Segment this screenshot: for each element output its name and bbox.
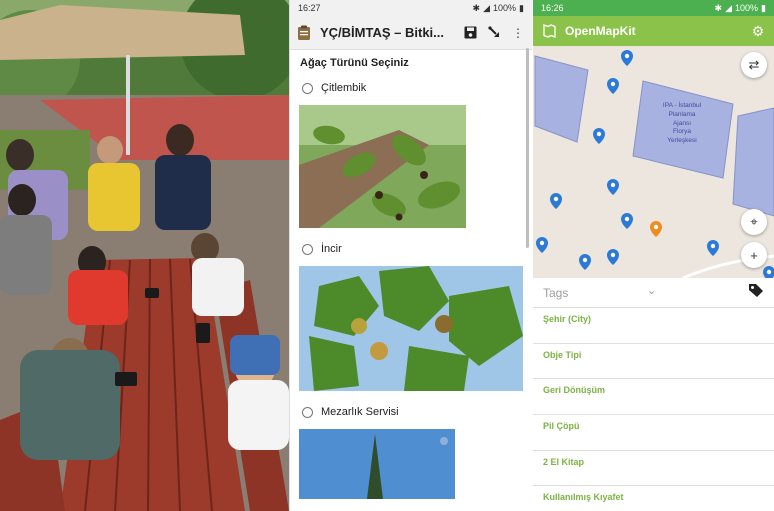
option-label: İncir [321, 243, 342, 255]
app-toolbar: YÇ/BİMTAŞ – Bitki... ⋮ [290, 16, 532, 50]
jump-icon[interactable] [486, 25, 502, 41]
tag-row[interactable]: Kullanılmış Kıyafet [533, 486, 774, 511]
building-label: IPA - İstanbul Planlama Ajansı Florya Ye… [662, 102, 702, 145]
tag-label: Kullanılmış Kıyafet [543, 492, 624, 503]
tag-row[interactable]: 2 El Kitap [533, 451, 774, 487]
tag-label: 2 El Kitap [543, 456, 585, 467]
openmapkit-panel: 16:26 ✱ ◢ 100% ▮ OpenMapKit ⚙ IPA - İsta… [533, 0, 774, 511]
clipboard-icon [296, 25, 312, 41]
form-title: YÇ/BİMTAŞ – Bitki... [320, 25, 444, 40]
scrollbar[interactable] [526, 48, 529, 248]
tag-row[interactable]: Obje Tipi [533, 344, 774, 380]
status-time: 16:26 [541, 3, 564, 13]
field-photo [0, 0, 289, 511]
chevron-down-icon[interactable]: ⌄ [647, 284, 656, 297]
option-label: Çitlembik [321, 82, 367, 94]
app-toolbar: OpenMapKit ⚙ [533, 16, 774, 46]
option-mezarlik-servisi[interactable]: Mezarlık Servisi [290, 403, 532, 421]
tag-label: Pil Çöpü [543, 421, 580, 432]
battery-icon: ▮ [519, 2, 524, 13]
radio-button[interactable] [302, 82, 313, 94]
citlembik-image[interactable] [299, 105, 466, 228]
tag-list: Şehir (City) Obje Tipi Geri Dönüşüm Pil … [533, 308, 774, 511]
swap-layers-icon[interactable]: ⇄ [741, 52, 767, 78]
signal-icon: ◢ [725, 2, 733, 13]
odk-form-panel: 16:27 ✱ ◢ 100% ▮ YÇ/BİMTAŞ – Bitki... ⋮ … [289, 0, 532, 511]
battery-level: 100% [493, 3, 517, 13]
map-canvas[interactable] [533, 46, 774, 278]
more-vert-icon[interactable]: ⋮ [510, 25, 526, 41]
settings-icon[interactable]: ⚙ [750, 23, 766, 39]
tag-row[interactable]: Şehir (City) [533, 308, 774, 344]
status-bar: 16:27 ✱ ◢ 100% ▮ [290, 0, 532, 16]
option-incir[interactable]: İncir [290, 240, 532, 258]
bluetooth-icon: ✱ [472, 2, 481, 13]
signal-icon: ◢ [483, 2, 491, 13]
tag-row[interactable]: Pil Çöpü [533, 415, 774, 451]
question-label: Ağaç Türünü Seçiniz [300, 57, 409, 69]
map-view[interactable]: IPA - İstanbul Planlama Ajansı Florya Ye… [533, 46, 774, 278]
incir-image[interactable] [299, 266, 523, 391]
app-title: OpenMapKit [565, 24, 636, 38]
mezarlik-servisi-image[interactable] [299, 429, 455, 499]
tag-label: Obje Tipi [543, 349, 582, 360]
tags-header[interactable]: Tags ⌄ [533, 278, 774, 308]
bluetooth-icon: ✱ [714, 2, 723, 13]
status-bar: 16:26 ✱ ◢ 100% ▮ [533, 0, 774, 16]
radio-button[interactable] [302, 406, 313, 418]
battery-level: 100% [735, 3, 759, 13]
status-time: 16:27 [298, 3, 321, 13]
locate-icon[interactable]: ⌖ [741, 209, 767, 235]
tags-label: Tags [543, 285, 569, 300]
tag-icon[interactable] [748, 283, 764, 302]
option-label: Mezarlık Servisi [321, 406, 399, 418]
tag-label: Şehir (City) [543, 314, 592, 324]
tag-row[interactable]: Geri Dönüşüm [533, 379, 774, 416]
radio-button[interactable] [302, 243, 313, 255]
tag-label: Geri Dönüşüm [543, 385, 606, 396]
photo-panel [0, 0, 289, 511]
save-icon[interactable] [462, 25, 478, 41]
map-logo-icon [541, 23, 557, 39]
option-citlembik[interactable]: Çitlembik [290, 79, 532, 97]
battery-icon: ▮ [761, 2, 766, 13]
zoom-in-icon[interactable]: + [741, 242, 767, 268]
